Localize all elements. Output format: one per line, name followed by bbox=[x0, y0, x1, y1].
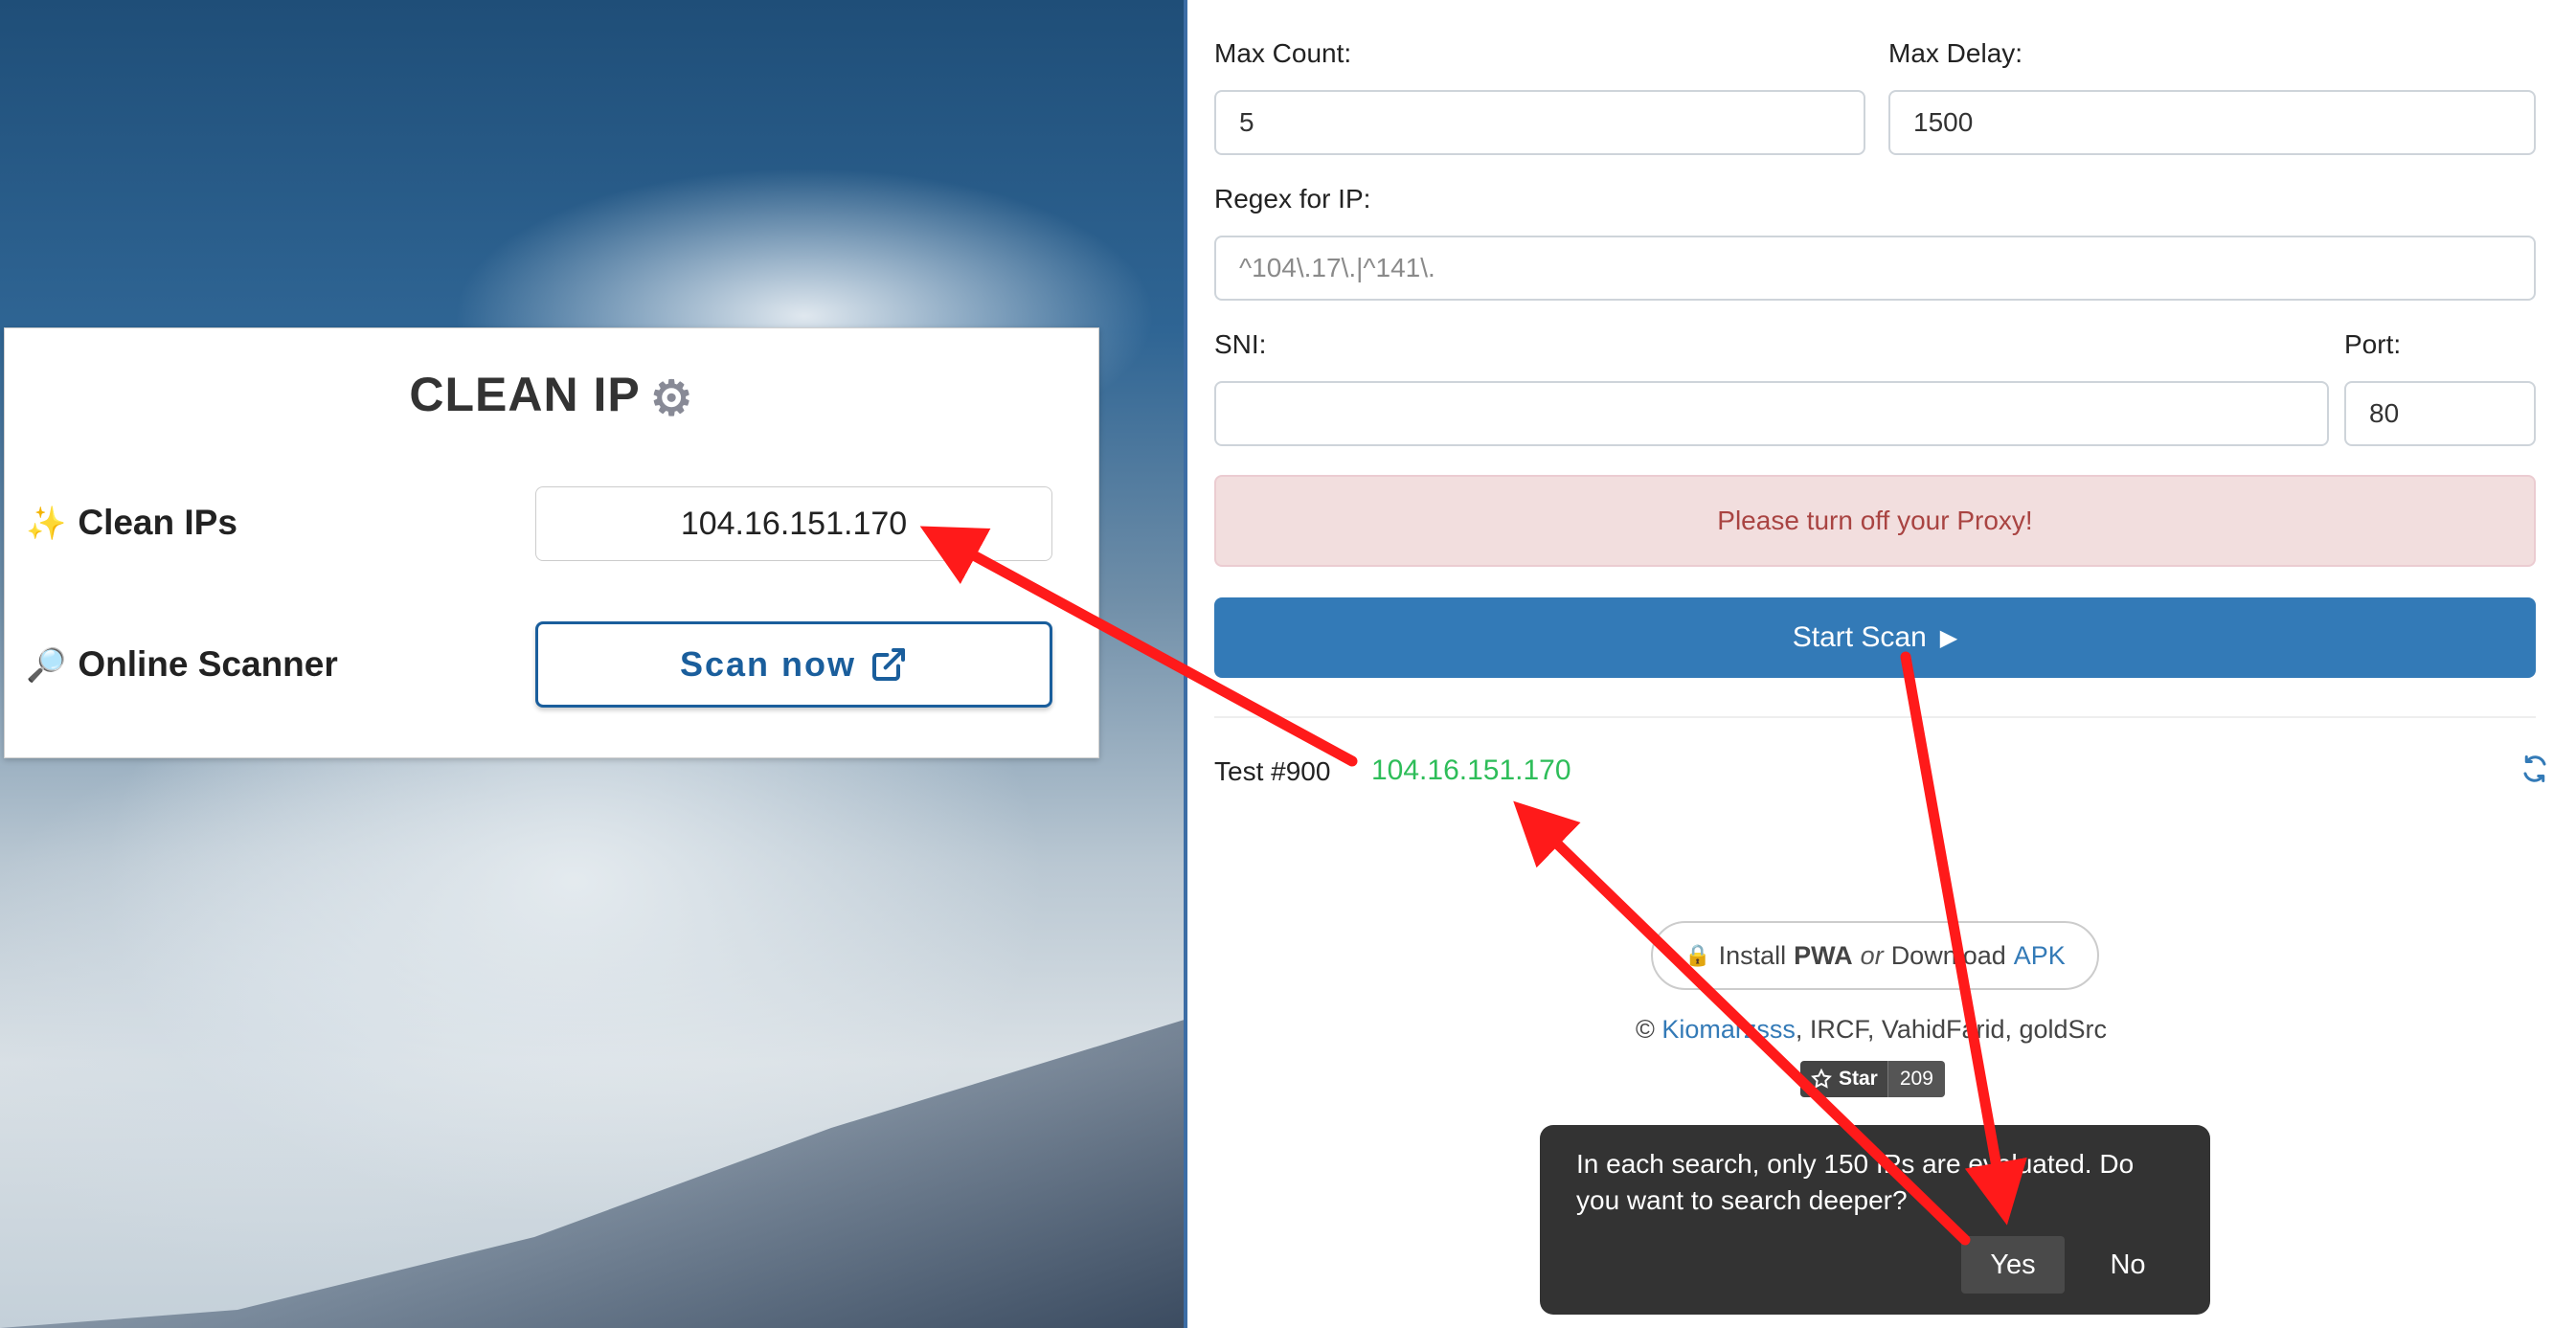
port-label: Port: bbox=[2344, 329, 2402, 359]
star-label: Star bbox=[1839, 1068, 1878, 1090]
port-input[interactable]: 80 bbox=[2344, 381, 2536, 446]
max-count-label: Max Count: bbox=[1214, 38, 1352, 68]
or-text: or bbox=[1860, 940, 1884, 970]
copyright-symbol: © bbox=[1635, 1015, 1655, 1044]
max-delay-label: Max Delay: bbox=[1888, 38, 2023, 68]
regex-label: Regex for IP: bbox=[1214, 184, 1371, 214]
yes-button[interactable]: Yes bbox=[1961, 1236, 2065, 1294]
scan-now-button[interactable]: Scan now bbox=[535, 621, 1052, 708]
clean-ips-label: ✨ Clean IPs bbox=[26, 503, 237, 543]
refresh-icon[interactable] bbox=[2520, 754, 2549, 783]
start-scan-button[interactable]: Start Scan ▶ bbox=[1214, 597, 2536, 678]
github-star-badge[interactable]: Star 209 bbox=[1800, 1061, 1945, 1097]
star-count[interactable]: 209 bbox=[1887, 1061, 1945, 1097]
scan-now-label: Scan now bbox=[679, 644, 857, 684]
gear-icon[interactable]: ⚙ bbox=[650, 371, 694, 426]
clean-ips-label-text: Clean IPs bbox=[78, 503, 237, 542]
external-link-icon bbox=[872, 648, 906, 681]
window-divider bbox=[1184, 0, 1187, 1328]
star-icon bbox=[1811, 1068, 1832, 1089]
lock-icon: 🔒 bbox=[1684, 943, 1711, 967]
credits: © Kiomarzsss, IRCF, VahidFarid, goldSrc bbox=[1191, 1015, 2551, 1045]
start-scan-label: Start Scan bbox=[1792, 621, 1927, 653]
pwa-link[interactable]: PWA bbox=[1794, 941, 1853, 971]
online-scanner-label-text: Online Scanner bbox=[78, 644, 338, 684]
sparkles-icon: ✨ bbox=[26, 506, 67, 542]
no-button[interactable]: No bbox=[2076, 1236, 2180, 1294]
play-icon: ▶ bbox=[1939, 624, 1958, 651]
sni-label: SNI: bbox=[1214, 329, 1267, 359]
install-text: Install bbox=[1718, 940, 1787, 970]
deep-search-dialog: In each search, only 150 IPs are evaluat… bbox=[1540, 1125, 2210, 1315]
max-delay-input[interactable]: 1500 bbox=[1888, 90, 2536, 155]
found-ip[interactable]: 104.16.151.170 bbox=[1371, 754, 1571, 787]
clean-ip-card: CLEAN IP ⚙ ✨ Clean IPs 104.16.151.170 🔎 Onl… bbox=[4, 327, 1099, 758]
apk-link[interactable]: APK bbox=[2014, 941, 2066, 971]
other-authors: , IRCF, VahidFarid, goldSrc bbox=[1795, 1015, 2108, 1044]
test-counter: Test #900 bbox=[1214, 756, 1331, 786]
download-text: Download bbox=[1890, 940, 2006, 970]
divider bbox=[1214, 716, 2536, 718]
card-title: CLEAN IP ⚙ bbox=[5, 367, 1098, 426]
max-count-input[interactable]: 5 bbox=[1214, 90, 1865, 155]
regex-input[interactable]: ^104\.17\.|^141\. bbox=[1214, 236, 2536, 301]
author-link[interactable]: Kiomarzsss bbox=[1661, 1015, 1796, 1044]
proxy-alert: Please turn off your Proxy! bbox=[1214, 475, 2536, 567]
dialog-message: In each search, only 150 IPs are evaluat… bbox=[1576, 1149, 2135, 1215]
wallpaper-mountain bbox=[0, 1019, 1187, 1328]
magnifier-icon: 🔎 bbox=[26, 647, 67, 684]
clean-ip-value[interactable]: 104.16.151.170 bbox=[535, 486, 1052, 561]
sni-input[interactable] bbox=[1214, 381, 2329, 446]
card-title-text: CLEAN IP bbox=[409, 368, 641, 421]
install-pwa-pill[interactable]: 🔒 Install PWA or Download APK bbox=[1651, 921, 2099, 990]
star-button[interactable]: Star bbox=[1800, 1061, 1887, 1097]
online-scanner-label: 🔎 Online Scanner bbox=[26, 644, 338, 685]
